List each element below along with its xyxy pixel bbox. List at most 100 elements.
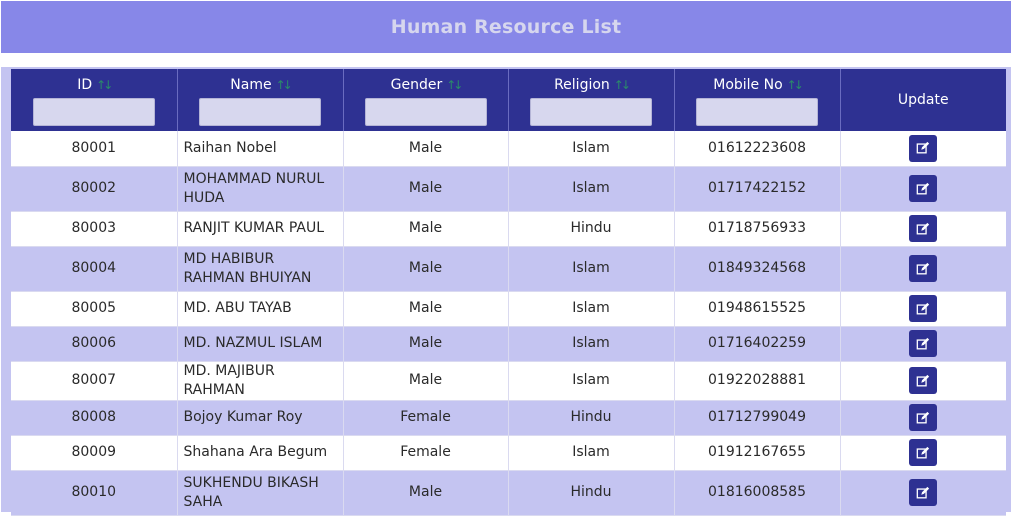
id-cell: 80003 <box>11 211 178 247</box>
column-header-gender: Gender ↑↓ <box>343 69 509 131</box>
id-cell: 80009 <box>11 435 178 471</box>
column-label-name[interactable]: Name <box>230 77 271 93</box>
table-row: 80006 MD. NAZMUL ISLAM Male Islam 017164… <box>11 326 1006 362</box>
human-resource-table: ID ↑↓ Name ↑↓ Gender ↑↓ Religion ↑↓ Mobile N… <box>11 69 1006 516</box>
edit-button[interactable] <box>909 404 938 431</box>
mobile-cell: 01612223608 <box>674 131 841 167</box>
religion-cell: Hindu <box>508 211 675 247</box>
table-header-row: ID ↑↓ Name ↑↓ Gender ↑↓ Religion ↑↓ Mobile N… <box>11 69 1006 131</box>
edit-button[interactable] <box>909 479 938 506</box>
page-title: Human Resource List <box>390 16 622 38</box>
gender-cell: Male <box>343 291 509 327</box>
update-cell <box>840 400 1006 436</box>
name-cell: MD. ABU TAYAB <box>177 291 344 327</box>
edit-button[interactable] <box>909 330 938 357</box>
mobile-cell: 01849324568 <box>674 246 841 292</box>
table-body: 80001 Raihan Nobel Male Islam 0161222360… <box>11 131 1006 516</box>
name-cell: MOHAMMAD NURUL HUDA <box>177 166 344 212</box>
gender-cell: Male <box>343 470 509 516</box>
edit-icon <box>916 486 930 498</box>
column-header-religion: Religion ↑↓ <box>508 69 675 131</box>
religion-cell: Islam <box>508 435 675 471</box>
religion-cell: Islam <box>508 291 675 327</box>
edit-icon <box>916 337 930 349</box>
gender-cell: Male <box>343 211 509 247</box>
id-cell: 80010 <box>11 470 178 516</box>
gender-cell: Female <box>343 435 509 471</box>
table-row: 80010 SUKHENDU BIKASH SAHA Male Hindu 01… <box>11 470 1006 516</box>
religion-cell: Islam <box>508 166 675 212</box>
id-cell: 80001 <box>11 131 178 167</box>
edit-icon <box>916 374 930 386</box>
update-cell <box>840 470 1006 516</box>
religion-filter-input[interactable] <box>530 98 652 126</box>
page-header: Human Resource List <box>1 1 1011 53</box>
name-filter-input[interactable] <box>199 98 321 126</box>
mobile-cell: 01717422152 <box>674 166 841 212</box>
religion-cell: Hindu <box>508 400 675 436</box>
id-cell: 80006 <box>11 326 178 362</box>
mobile-cell: 01712799049 <box>674 400 841 436</box>
edit-icon <box>916 142 930 154</box>
edit-button[interactable] <box>909 215 938 242</box>
mobile-filter-input[interactable] <box>696 98 818 126</box>
table-row: 80007 MD. MAJIBUR RAHMAN Male Islam 0192… <box>11 361 1006 401</box>
update-cell <box>840 166 1006 212</box>
update-cell <box>840 326 1006 362</box>
mobile-cell: 01912167655 <box>674 435 841 471</box>
sort-arrows-icon[interactable]: ↑↓ <box>96 78 113 92</box>
religion-cell: Hindu <box>508 470 675 516</box>
name-cell: MD HABIBUR RAHMAN BHUIYAN <box>177 246 344 292</box>
update-cell <box>840 435 1006 471</box>
gender-cell: Male <box>343 131 509 167</box>
gender-cell: Male <box>343 246 509 292</box>
mobile-cell: 01922028881 <box>674 361 841 401</box>
table-row: 80009 Shahana Ara Begum Female Islam 019… <box>11 435 1006 471</box>
name-cell: MD. NAZMUL ISLAM <box>177 326 344 362</box>
table-row: 80004 MD HABIBUR RAHMAN BHUIYAN Male Isl… <box>11 246 1006 292</box>
mobile-cell: 01716402259 <box>674 326 841 362</box>
column-label-update: Update <box>897 92 949 108</box>
column-label-gender[interactable]: Gender <box>391 77 443 93</box>
edit-button[interactable] <box>909 134 938 162</box>
edit-icon <box>916 262 930 274</box>
name-cell: SUKHENDU BIKASH SAHA <box>177 470 344 516</box>
table-row: 80005 MD. ABU TAYAB Male Islam 019486155… <box>11 291 1006 327</box>
mobile-cell: 01948615525 <box>674 291 841 327</box>
name-cell: Bojoy Kumar Roy <box>177 400 344 436</box>
edit-icon <box>916 222 930 234</box>
edit-button[interactable] <box>909 295 938 322</box>
table-row: 80008 Bojoy Kumar Roy Female Hindu 01712… <box>11 400 1006 436</box>
sort-arrows-icon[interactable]: ↑↓ <box>276 78 293 92</box>
id-cell: 80007 <box>11 361 178 401</box>
sort-arrows-icon[interactable]: ↑↓ <box>446 78 463 92</box>
sort-arrows-icon[interactable]: ↑↓ <box>614 78 631 92</box>
column-header-mobile: Mobile No ↑↓ <box>674 69 841 131</box>
column-header-update: Update <box>840 69 1006 131</box>
gender-cell: Female <box>343 400 509 436</box>
sort-arrows-icon[interactable]: ↑↓ <box>787 78 804 92</box>
edit-icon <box>916 302 930 314</box>
column-label-religion[interactable]: Religion <box>554 77 610 93</box>
column-header-id: ID ↑↓ <box>11 69 178 131</box>
edit-icon <box>916 446 930 458</box>
column-label-mobile[interactable]: Mobile No <box>713 77 782 93</box>
name-cell: RANJIT KUMAR PAUL <box>177 211 344 247</box>
name-cell: MD. MAJIBUR RAHMAN <box>177 361 344 401</box>
update-cell <box>840 246 1006 292</box>
edit-button[interactable] <box>909 175 938 202</box>
column-label-id[interactable]: ID <box>77 77 92 93</box>
id-cell: 80002 <box>11 166 178 212</box>
table-row: 80001 Raihan Nobel Male Islam 0161222360… <box>11 131 1006 167</box>
edit-button[interactable] <box>909 439 938 466</box>
religion-cell: Islam <box>508 246 675 292</box>
table-container: ID ↑↓ Name ↑↓ Gender ↑↓ Religion ↑↓ Mobile N… <box>1 67 1011 516</box>
update-cell <box>840 131 1006 167</box>
gender-filter-input[interactable] <box>364 98 487 126</box>
edit-button[interactable] <box>909 367 938 394</box>
update-cell <box>840 291 1006 327</box>
id-filter-input[interactable] <box>32 98 155 126</box>
gender-cell: Male <box>343 361 509 401</box>
gender-cell: Male <box>343 166 509 212</box>
edit-button[interactable] <box>909 255 938 282</box>
